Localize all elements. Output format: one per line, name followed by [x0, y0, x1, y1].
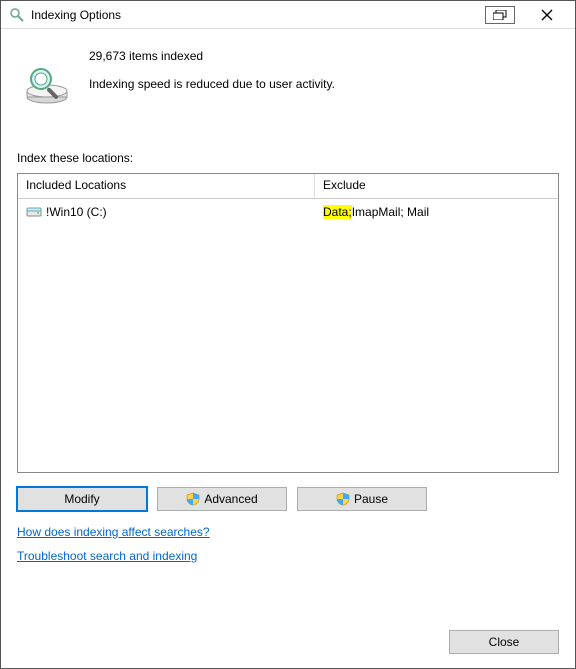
close-window-button[interactable] [527, 3, 567, 27]
drive-icon [26, 204, 42, 220]
col-included[interactable]: Included Locations [18, 174, 315, 198]
items-indexed-count: 29,673 items indexed [89, 49, 335, 63]
locations-body: !Win10 (C:) Data; ImapMail; Mail [18, 199, 558, 472]
dialog-footer: Close [1, 630, 575, 668]
location-row[interactable]: !Win10 (C:) [26, 203, 306, 221]
exclude-highlighted: Data; [323, 205, 352, 219]
exclude-rest: ImapMail; Mail [352, 205, 429, 219]
window-title: Indexing Options [31, 8, 485, 22]
locations-list[interactable]: Included Locations Exclude !Win10 (C:) [17, 173, 559, 473]
magnifier-drive-icon [23, 61, 71, 109]
dialog-content: 29,673 items indexed Indexing speed is r… [1, 29, 575, 620]
titlebar: Indexing Options [1, 1, 575, 29]
status-text: 29,673 items indexed Indexing speed is r… [89, 49, 335, 109]
exclude-row[interactable]: Data; ImapMail; Mail [323, 203, 549, 221]
locations-header: Included Locations Exclude [18, 174, 558, 199]
pause-button[interactable]: Pause [297, 487, 427, 511]
modify-button[interactable]: Modify [17, 487, 147, 511]
shield-icon [186, 492, 200, 506]
restore-button[interactable] [485, 6, 515, 24]
indexing-options-dialog: Indexing Options [0, 0, 576, 669]
location-name: !Win10 (C:) [46, 205, 107, 219]
shield-icon [336, 492, 350, 506]
link-troubleshoot[interactable]: Troubleshoot search and indexing [17, 549, 197, 563]
locations-label: Index these locations: [17, 151, 559, 165]
action-buttons: Modify Advanced [17, 487, 559, 511]
advanced-button[interactable]: Advanced [157, 487, 287, 511]
included-col-body: !Win10 (C:) [18, 199, 315, 472]
indexing-icon [9, 7, 25, 23]
col-exclude[interactable]: Exclude [315, 174, 558, 198]
status-area: 29,673 items indexed Indexing speed is r… [17, 49, 559, 109]
link-how-affect[interactable]: How does indexing affect searches? [17, 525, 210, 539]
indexing-speed-note: Indexing speed is reduced due to user ac… [89, 77, 335, 91]
exclude-col-body: Data; ImapMail; Mail [315, 199, 558, 472]
close-button[interactable]: Close [449, 630, 559, 654]
help-links: How does indexing affect searches? Troub… [17, 525, 559, 563]
